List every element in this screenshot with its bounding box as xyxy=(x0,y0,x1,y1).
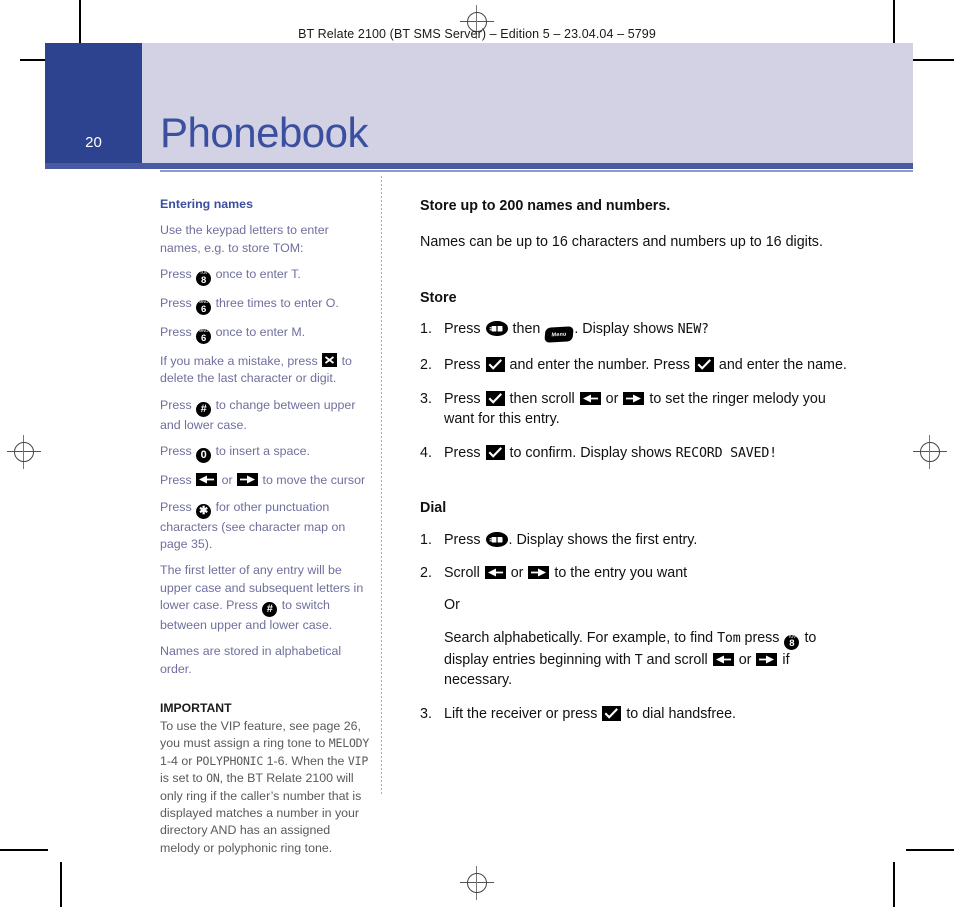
right-arrow-key-icon[interactable] xyxy=(237,473,259,487)
column-divider xyxy=(381,176,382,796)
left-arrow-key-icon[interactable] xyxy=(579,391,601,405)
tick-softkey-icon[interactable] xyxy=(485,390,505,406)
store-step-1: Press then Menu. Display shows NEW? xyxy=(420,319,850,344)
lcd-vip: VIP xyxy=(347,753,369,768)
phonebook-key-icon[interactable] xyxy=(485,531,508,547)
page-title: Phonebook xyxy=(160,109,369,156)
key-star-icon[interactable]: ✱ xyxy=(196,503,212,519)
left-column-heading: Entering names xyxy=(160,197,253,211)
dial-steps-list: Press . Display shows the first entry. S… xyxy=(420,530,850,725)
key-0-icon[interactable]: 0 xyxy=(196,448,212,464)
right-column-heading: Store up to 200 names and numbers. xyxy=(420,198,671,214)
lcd-t: T xyxy=(634,652,643,668)
lcd-new-prompt: NEW? xyxy=(677,322,709,338)
tick-softkey-icon[interactable] xyxy=(485,357,505,373)
page-number: 20 xyxy=(85,134,102,151)
left-column: Entering names Use the keypad letters to… xyxy=(160,196,372,857)
dial-step-2-line: Scroll or to the entry you want xyxy=(444,564,688,581)
left-punct: Press ✱ for other punctuation characters… xyxy=(160,499,346,551)
left-intro: Use the keypad letters to enter names, e… xyxy=(160,223,329,255)
left-space: Press 0 to insert a space. xyxy=(160,444,310,464)
store-step-3: Press then scroll or to set the ringer m… xyxy=(420,389,826,428)
lcd-polyphonic: POLYPHONIC xyxy=(195,753,264,768)
tick-softkey-icon[interactable] xyxy=(485,444,505,460)
store-step-4: Press to confirm. Display shows RECORD S… xyxy=(420,443,778,464)
tick-softkey-icon[interactable] xyxy=(602,705,622,721)
left-arrow-key-icon[interactable] xyxy=(196,473,218,487)
menu-key-icon[interactable]: Menu xyxy=(544,326,575,344)
store-steps-list: Press then Menu. Display shows NEW? Pres… xyxy=(420,319,850,463)
dial-step-3: Lift the receiver or press to dial hands… xyxy=(420,704,737,725)
key-8-icon[interactable]: TUV 8 xyxy=(196,270,212,287)
left-arrow-key-icon[interactable] xyxy=(712,652,734,666)
crop-mark-br-v xyxy=(893,862,895,907)
store-step-2: Press and enter the number. Press and en… xyxy=(420,355,847,376)
delete-x-key-icon[interactable] xyxy=(322,353,338,368)
lcd-tom: Tom xyxy=(717,630,741,646)
right-column: Store up to 200 names and numbers. Names… xyxy=(420,196,850,737)
key-hash-icon[interactable]: # xyxy=(196,401,212,417)
important-body: To use the VIP feature, see page 26, you… xyxy=(160,719,370,855)
dial-or: Or xyxy=(444,597,460,614)
key-8-icon[interactable]: TUV 8 xyxy=(784,634,800,650)
left-arrow-key-icon[interactable] xyxy=(484,565,506,579)
tick-softkey-icon[interactable] xyxy=(694,357,714,373)
lcd-record-saved: RECORD SAVED! xyxy=(675,445,778,461)
left-press-6-once: Press MNO 6 once to enter M. xyxy=(160,325,306,345)
left-case: Press # to change between upper and lowe… xyxy=(160,397,356,432)
key-6-icon[interactable]: MNO 6 xyxy=(196,328,212,345)
registration-mark-right xyxy=(913,435,947,469)
left-press-8: Press TUV 8 once to enter T. xyxy=(160,267,301,287)
manual-page: BT Relate 2100 (BT SMS Server) – Edition… xyxy=(0,0,954,907)
left-mistake: If you make a mistake, press to delete t… xyxy=(160,353,352,386)
dial-heading: Dial xyxy=(420,500,447,517)
registration-mark-left xyxy=(7,435,41,469)
key-hash-icon[interactable]: # xyxy=(262,601,278,617)
left-press-6-thrice: Press MNO 6 three times to enter O. xyxy=(160,296,339,316)
important-heading: IMPORTANT xyxy=(160,701,232,716)
lcd-on: ON xyxy=(206,771,220,786)
right-arrow-key-icon[interactable] xyxy=(528,565,550,579)
right-arrow-key-icon[interactable] xyxy=(756,652,778,666)
right-arrow-key-icon[interactable] xyxy=(623,391,645,405)
band-rule xyxy=(45,163,913,169)
store-heading: Store xyxy=(420,289,457,306)
dial-step-1: Press . Display shows the first entry. xyxy=(420,530,698,551)
crop-mark-bl-h xyxy=(0,849,48,851)
dial-search: Search alphabetically. For example, to f… xyxy=(444,629,817,689)
right-intro: Names can be up to 16 characters and num… xyxy=(420,234,823,251)
phonebook-key-icon[interactable] xyxy=(485,321,508,337)
content-rule xyxy=(160,170,913,172)
left-firstletter: The first letter of any entry will be up… xyxy=(160,563,364,632)
left-cursor: Press or to move the cursor xyxy=(160,473,366,488)
lcd-melody: MELODY xyxy=(328,736,370,751)
left-alphabetical: Names are stored in alphabetical order. xyxy=(160,644,342,676)
running-header: BT Relate 2100 (BT SMS Server) – Edition… xyxy=(298,27,656,41)
crop-mark-br-h xyxy=(906,849,954,851)
crop-mark-bl-v xyxy=(60,862,62,907)
registration-mark-bottom xyxy=(460,866,494,900)
key-6-icon[interactable]: MNO 6 xyxy=(196,299,212,316)
dial-step-2: Scroll or to the entry you want Or Searc… xyxy=(420,563,850,691)
